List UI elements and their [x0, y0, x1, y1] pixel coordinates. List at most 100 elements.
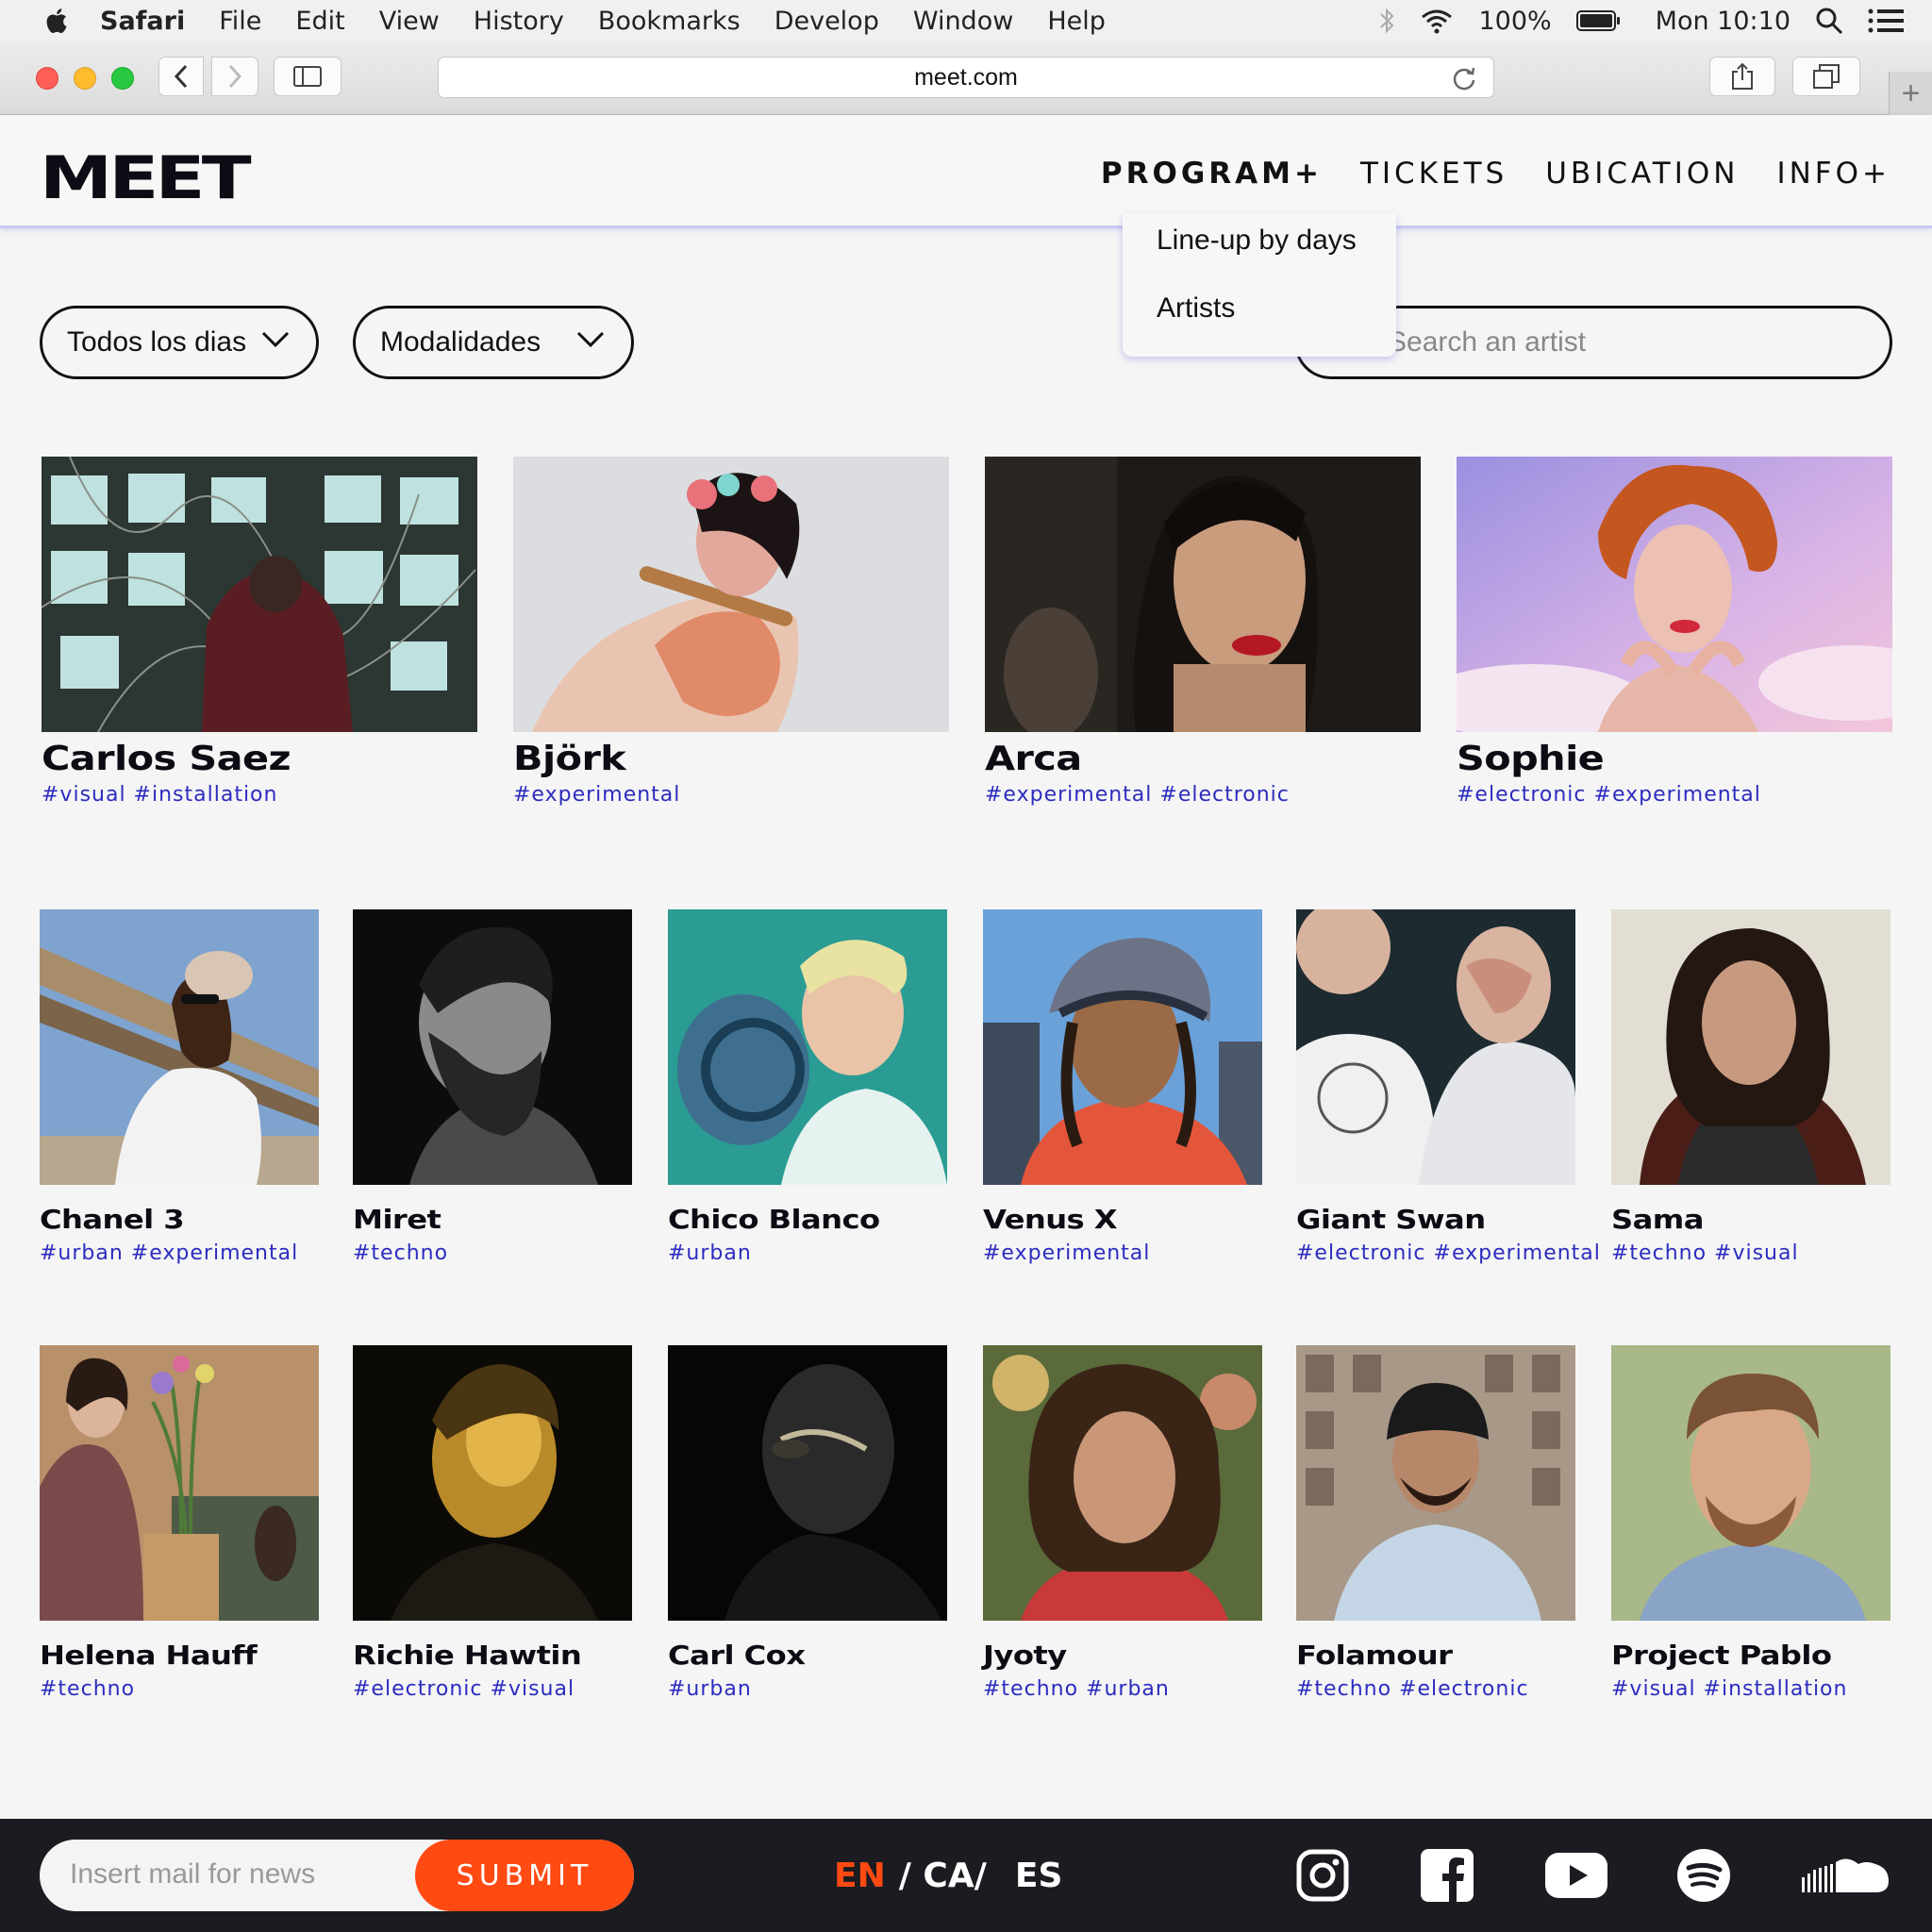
- artist-tags[interactable]: #techno #visual: [1611, 1241, 1799, 1265]
- artist-tags[interactable]: #visual #installation: [42, 783, 277, 807]
- artist-name[interactable]: Giant Swan: [1296, 1204, 1486, 1235]
- artist-name[interactable]: Jyoty: [983, 1640, 1067, 1671]
- artist-photo[interactable]: [40, 1345, 319, 1621]
- submit-button[interactable]: SUBMIT: [415, 1840, 634, 1911]
- lang-es[interactable]: ES: [1015, 1857, 1063, 1895]
- artist-photo[interactable]: [513, 457, 949, 732]
- menu-develop[interactable]: Develop: [774, 7, 879, 36]
- notification-center-icon[interactable]: [1868, 8, 1904, 33]
- newsletter-email-input[interactable]: [70, 1858, 409, 1890]
- artist-tags[interactable]: #experimental #electronic: [985, 783, 1290, 807]
- artist-tags[interactable]: #experimental: [983, 1241, 1150, 1265]
- artist-photo[interactable]: [668, 909, 947, 1185]
- youtube-link[interactable]: [1543, 1847, 1609, 1904]
- artist-tags[interactable]: #visual #installation: [1611, 1677, 1847, 1701]
- nav-ubication[interactable]: UBICATION: [1545, 157, 1739, 191]
- chevron-left-icon: [174, 64, 188, 89]
- menubar-clock[interactable]: Mon 10:10: [1656, 7, 1790, 36]
- artist-photo[interactable]: [1457, 457, 1892, 732]
- dropdown-artists[interactable]: Artists: [1157, 292, 1235, 325]
- instagram-link[interactable]: [1294, 1847, 1351, 1904]
- spotify-link[interactable]: [1675, 1847, 1732, 1904]
- artist-name[interactable]: Venus X: [983, 1204, 1118, 1235]
- menu-bookmarks[interactable]: Bookmarks: [598, 7, 741, 36]
- artist-tags[interactable]: #techno: [40, 1677, 135, 1701]
- artist-tags[interactable]: #urban: [668, 1677, 752, 1701]
- artist-photo[interactable]: [1611, 1345, 1890, 1621]
- artist-name[interactable]: Sophie: [1457, 740, 1605, 778]
- artist-name[interactable]: Richie Hawtin: [353, 1640, 582, 1671]
- site-logo[interactable]: MEET: [40, 149, 252, 208]
- artist-photo[interactable]: [42, 457, 477, 732]
- menu-window[interactable]: Window: [913, 7, 1013, 36]
- share-button[interactable]: [1709, 57, 1775, 96]
- battery-icon[interactable]: [1575, 9, 1622, 32]
- artist-photo[interactable]: [1296, 1345, 1575, 1621]
- artist-photo[interactable]: [668, 1345, 947, 1621]
- dropdown-lineup-by-days[interactable]: Line-up by days: [1157, 225, 1357, 257]
- minimize-window-button[interactable]: [74, 67, 96, 90]
- artist-photo[interactable]: [40, 909, 319, 1185]
- chevron-down-icon: [261, 331, 290, 348]
- soundcloud-link[interactable]: [1800, 1847, 1890, 1904]
- bluetooth-icon[interactable]: [1378, 7, 1395, 35]
- url-text[interactable]: meet.com: [914, 64, 1018, 92]
- lang-ca[interactable]: / CA/: [899, 1857, 987, 1895]
- menu-app-name[interactable]: Safari: [100, 7, 185, 36]
- menu-view[interactable]: View: [379, 7, 440, 36]
- artist-photo[interactable]: [353, 909, 632, 1185]
- artist-tags[interactable]: #electronic #experimental: [1457, 783, 1761, 807]
- close-window-button[interactable]: [36, 67, 58, 90]
- artist-name[interactable]: Arca: [985, 740, 1082, 778]
- lang-en[interactable]: EN: [834, 1857, 886, 1895]
- nav-tickets[interactable]: TICKETS: [1360, 157, 1507, 191]
- sidebar-toggle-button[interactable]: [274, 57, 341, 96]
- menu-edit[interactable]: Edit: [295, 7, 344, 36]
- artist-search-input[interactable]: [1388, 326, 1840, 358]
- artist-name[interactable]: Helena Hauff: [40, 1640, 258, 1671]
- menu-history[interactable]: History: [474, 7, 564, 36]
- artist-name[interactable]: Carlos Saez: [42, 740, 291, 778]
- spotlight-search-icon[interactable]: [1815, 7, 1843, 35]
- forward-button[interactable]: [211, 57, 258, 96]
- artist-tags[interactable]: #techno #urban: [983, 1677, 1170, 1701]
- nav-info[interactable]: INFO+: [1776, 157, 1890, 191]
- artist-photo[interactable]: [983, 909, 1262, 1185]
- address-bar[interactable]: meet.com: [438, 57, 1494, 98]
- reload-icon[interactable]: [1452, 65, 1476, 92]
- artist-name[interactable]: Chico Blanco: [668, 1204, 880, 1235]
- artist-tags[interactable]: #techno: [353, 1241, 448, 1265]
- artist-name[interactable]: Chanel 3: [40, 1204, 185, 1235]
- menu-help[interactable]: Help: [1047, 7, 1106, 36]
- artist-tags[interactable]: #urban #experimental: [40, 1241, 298, 1265]
- artist-name[interactable]: Folamour: [1296, 1640, 1453, 1671]
- artist-photo[interactable]: [353, 1345, 632, 1621]
- artist-photo[interactable]: [983, 1345, 1262, 1621]
- artist-tags[interactable]: #electronic #visual: [353, 1677, 575, 1701]
- apple-logo-icon[interactable]: [38, 7, 74, 35]
- back-button[interactable]: [158, 57, 204, 96]
- facebook-link[interactable]: [1419, 1847, 1475, 1904]
- artist-photo[interactable]: [985, 457, 1421, 732]
- artist-name[interactable]: Sama: [1611, 1204, 1704, 1235]
- wifi-icon[interactable]: [1420, 8, 1454, 34]
- artist-photo[interactable]: [1611, 909, 1890, 1185]
- artist-name[interactable]: Project Pablo: [1611, 1640, 1832, 1671]
- menu-file[interactable]: File: [219, 7, 261, 36]
- artist-tags[interactable]: #techno #electronic: [1296, 1677, 1529, 1701]
- artist-name[interactable]: Carl Cox: [668, 1640, 806, 1671]
- zoom-window-button[interactable]: [111, 67, 134, 90]
- modes-filter-select[interactable]: Modalidades: [353, 306, 634, 379]
- nav-program[interactable]: PROGRAM+: [1101, 157, 1323, 191]
- artist-photo[interactable]: [1296, 909, 1575, 1185]
- artist-name[interactable]: Björk: [513, 740, 626, 778]
- artist-tags[interactable]: #electronic #experimental: [1296, 1241, 1601, 1265]
- artist-tags[interactable]: #experimental: [513, 783, 680, 807]
- artist-name[interactable]: Miret: [353, 1204, 441, 1235]
- days-filter-select[interactable]: Todos los dias: [40, 306, 319, 379]
- browser-toolbar: meet.com: [0, 42, 1932, 115]
- show-tabs-button[interactable]: [1792, 57, 1860, 96]
- new-tab-button[interactable]: +: [1889, 72, 1932, 115]
- artist-tags[interactable]: #urban: [668, 1241, 752, 1265]
- site-header: MEET PROGRAM+ TICKETS UBICATION INFO+: [0, 115, 1932, 228]
